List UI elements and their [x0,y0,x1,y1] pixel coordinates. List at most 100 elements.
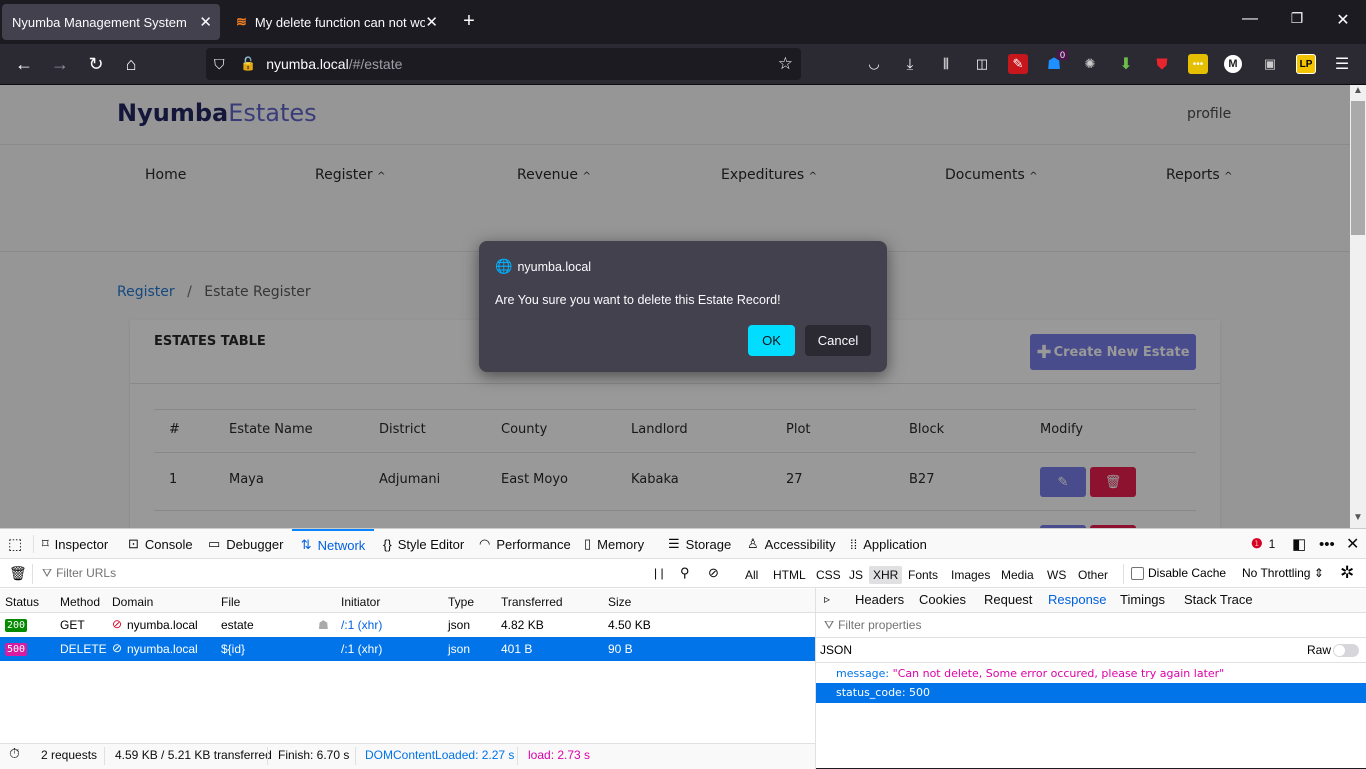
request-domain: nyumba.local [127,642,198,656]
detail-tab-cookies[interactable]: Cookies [919,592,966,607]
request-domain: nyumba.local [127,618,198,632]
col-type[interactable]: Type [448,595,474,609]
json-row-status-code[interactable]: status_code: 500 [816,683,1366,703]
colorzilla-icon[interactable]: ✎ [1008,54,1028,74]
shield-icon[interactable]: ⛉ [214,56,230,73]
m-extension-icon[interactable]: M [1224,55,1242,73]
new-tab-button[interactable]: + [457,10,481,33]
tab-accessibility[interactable]: ♙ Accessibility [747,529,835,559]
element-picker-icon[interactable]: ⬚ [8,529,22,559]
request-initiator[interactable]: /:1 (xhr) [341,618,382,632]
bookmark-star-icon[interactable]: ☆ [778,54,793,74]
window-extension-icon[interactable]: ▣ [1260,54,1280,74]
detail-tab-timings[interactable]: Timings [1120,592,1165,607]
tab-network[interactable]: ⇅ Network [292,529,374,559]
lastpass-icon[interactable]: LP [1296,54,1316,74]
tab-memory[interactable]: ▯ Memory [584,529,644,559]
tab-performance[interactable]: ◠ Performance [479,529,571,559]
request-file: estate [221,618,254,632]
detail-tab-response[interactable]: Response [1048,592,1107,607]
dock-icon[interactable]: ◧ [1292,529,1306,559]
block-icon[interactable]: ⊘ [708,565,719,581]
tab-console[interactable]: ⊡ Console [128,529,193,559]
filter-other[interactable]: Other [1074,566,1112,584]
col-domain[interactable]: Domain [112,595,153,609]
filter-urls-input[interactable]: ⛛ Filter URLs [42,566,116,581]
tab-debugger[interactable]: ▭ Debugger [208,529,283,559]
col-status[interactable]: Status [5,595,39,609]
filter-all[interactable]: All [741,566,762,584]
col-file[interactable]: File [221,595,240,609]
ok-button[interactable]: OK [748,325,795,356]
minimize-icon[interactable]: — [1238,10,1262,28]
filter-media[interactable]: Media [997,566,1038,584]
sidebar-icon[interactable]: ◫ [972,54,992,74]
throttling-select[interactable]: No Throttling ⇕ [1242,566,1324,580]
library-icon[interactable]: ⫼ [936,54,956,74]
error-count[interactable]: ❶1 [1251,529,1275,559]
tab-title: My delete function can not wor [254,14,425,30]
toolbar-separator [1123,564,1124,584]
filter-xhr[interactable]: XHR [869,566,903,584]
clear-trash-icon[interactable]: 🗑 [9,565,27,582]
request-row[interactable]: 200 GET ⊘ nyumba.local estate ☗ /:1 (xhr… [0,613,815,637]
password-extension-icon[interactable]: ••• [1188,54,1208,74]
back-icon[interactable]: ← [12,53,36,75]
tab-stackoverflow[interactable]: ≋ My delete function can not wor ✕ [226,4,446,40]
tab-style-editor[interactable]: {} Style Editor [383,529,464,559]
json-row-message[interactable]: message: "Can not delete, Some error occ… [836,667,1224,680]
pocket-icon[interactable]: ◡ [864,54,884,74]
filter-css[interactable]: CSS [812,566,845,584]
raw-toggle[interactable] [1333,644,1359,657]
url-bar[interactable]: ⛉ 🔓 nyumba.local/#/estate ☆ [206,48,801,80]
filter-ws[interactable]: WS [1043,566,1070,584]
detail-tab-stack-trace[interactable]: Stack Trace [1184,592,1253,607]
tab-inspector[interactable]: ⌑ Inspector [42,529,108,559]
filter-properties-input[interactable]: ⛛ Filter properties [824,618,921,633]
col-size[interactable]: Size [608,595,631,609]
pane-splitter[interactable] [815,588,816,769]
disable-cache-checkbox[interactable]: Disable Cache [1131,566,1226,580]
request-row-selected[interactable]: 500 DELETE ⊘ nyumba.local ${id} /:1 (xhr… [0,637,815,661]
tab-storage[interactable]: ☰ Storage [668,529,731,559]
close-tab-icon[interactable]: ✕ [199,13,212,31]
search-icon[interactable]: ⚲ [680,565,690,581]
close-devtools-icon[interactable]: ✕ [1346,529,1359,559]
tab-nyumba[interactable]: Nyumba Management System ✕ [2,4,220,40]
hamburger-menu-icon[interactable]: ☰ [1332,54,1352,74]
restore-icon[interactable]: ❐ [1285,10,1309,27]
forward-icon[interactable]: → [48,53,72,75]
filter-html[interactable]: HTML [769,566,810,584]
scroll-down-icon[interactable]: ▼ [1350,512,1366,528]
filter-images[interactable]: Images [947,566,994,584]
more-options-icon[interactable]: ••• [1319,529,1335,559]
page-scrollbar[interactable]: ▲ ▼ [1350,85,1366,528]
detail-tab-request[interactable]: Request [984,592,1032,607]
request-initiator[interactable]: /:1 (xhr) [341,642,382,656]
tab-application[interactable]: ⁞⁞ Application [850,529,927,559]
download-arrow-extension-icon[interactable]: ⬇ [1116,54,1136,74]
detail-tab-headers[interactable]: Headers [855,592,904,607]
pause-icon[interactable]: | | [654,566,664,580]
stopwatch-icon[interactable]: ⏱ [9,745,20,762]
col-transferred[interactable]: Transferred [501,595,563,609]
filter-js[interactable]: JS [845,566,867,584]
settings-gear-icon[interactable]: ✲ [1340,563,1354,583]
ghostery-icon[interactable]: ☗ 0 [1044,50,1068,74]
toggle-sidebar-icon[interactable]: ▹ [824,592,830,606]
col-method[interactable]: Method [60,595,100,609]
download-icon[interactable]: ⤓ [900,54,920,74]
shield-lock-extension-icon[interactable]: ⛊ [1152,54,1172,74]
col-initiator[interactable]: Initiator [341,595,380,609]
url-text[interactable]: nyumba.local/#/estate [266,56,402,72]
scrollbar-thumb[interactable] [1351,101,1365,235]
insecure-lock-icon[interactable]: 🔓 [240,56,256,72]
bug-extension-icon[interactable]: ✺ [1080,54,1100,74]
cancel-button[interactable]: Cancel [805,325,871,356]
reload-icon[interactable]: ↻ [84,53,108,75]
close-window-icon[interactable]: ✕ [1331,10,1355,30]
scroll-up-icon[interactable]: ▲ [1350,85,1366,101]
close-tab-icon[interactable]: ✕ [425,13,438,31]
filter-fonts[interactable]: Fonts [904,566,942,584]
home-icon[interactable]: ⌂ [119,53,143,75]
